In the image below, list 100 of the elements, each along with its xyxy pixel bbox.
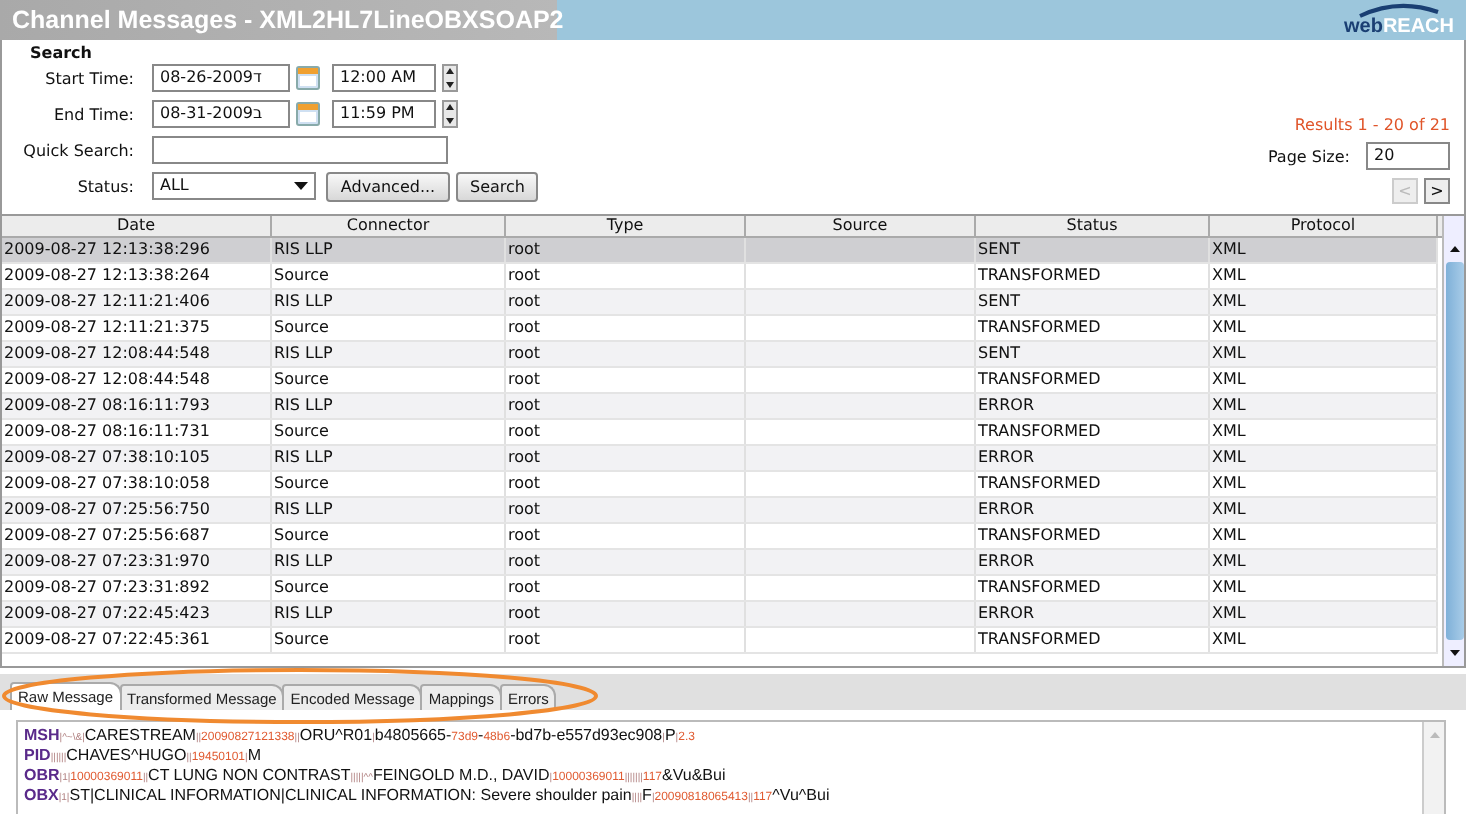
- date-field[interactable]: 08-31-2009ב: [152, 100, 290, 128]
- table-row[interactable]: 2009-08-27 07:22:45:423 RIS LLP root ERROR XML: [2, 602, 1438, 628]
- table-cell: TRANSFORMED: [978, 318, 1101, 336]
- table-cell: 2009-08-27 12:13:38:264: [4, 266, 210, 284]
- table-cell: root: [508, 448, 541, 466]
- table-row[interactable]: 2009-08-27 12:11:21:406 RIS LLP root SENT XML: [2, 290, 1438, 316]
- table-cell: RIS LLP: [274, 604, 333, 622]
- table-row[interactable]: 2009-08-27 07:25:56:750 RIS LLP root ERROR XML: [2, 498, 1438, 524]
- table-cell: XML: [1212, 604, 1246, 622]
- table-cell: 2009-08-27 12:08:44:548: [4, 370, 210, 388]
- table-cell: XML: [1212, 526, 1246, 544]
- table-cell: root: [508, 396, 541, 414]
- table-cell: XML: [1212, 474, 1246, 492]
- table-cell: RIS LLP: [274, 396, 333, 414]
- status-dropdown[interactable]: ALL: [152, 172, 316, 200]
- table-cell: 2009-08-27 08:16:11:731: [4, 422, 210, 440]
- scroll-thumb[interactable]: [1446, 262, 1464, 640]
- advanced-button[interactable]: Advanced...: [326, 171, 450, 201]
- table-cell: TRANSFORMED: [978, 578, 1101, 596]
- table-cell: Source: [274, 630, 329, 648]
- scrollbar[interactable]: [1442, 216, 1464, 666]
- table-cell: TRANSFORMED: [978, 526, 1101, 544]
- column-header[interactable]: Connector: [272, 216, 506, 236]
- table-cell: TRANSFORMED: [978, 630, 1101, 648]
- table-cell: XML: [1212, 500, 1246, 518]
- column-header[interactable]: Status: [976, 216, 1210, 236]
- table-row[interactable]: 2009-08-27 07:38:10:105 RIS LLP root ERROR XML: [2, 446, 1438, 472]
- table-cell: RIS LLP: [274, 240, 333, 258]
- table-cell: ERROR: [978, 448, 1035, 466]
- table-cell: root: [508, 630, 541, 648]
- swoosh-icon: [1358, 2, 1442, 18]
- table-cell: root: [508, 552, 541, 570]
- field-label: Page Size:: [1267, 147, 1350, 165]
- time-field[interactable]: 12:00 AM: [332, 64, 436, 92]
- table-cell: XML: [1212, 552, 1246, 570]
- table-cell: XML: [1212, 266, 1246, 284]
- table-cell: root: [508, 526, 541, 544]
- results-count: Results 1 - 20 of 21: [1294, 116, 1450, 134]
- table-cell: 2009-08-27 07:22:45:423: [4, 604, 210, 622]
- calendar-icon[interactable]: [296, 102, 320, 126]
- field-label: Status:: [75, 177, 134, 195]
- table-cell: XML: [1212, 448, 1246, 466]
- search-heading: Search: [30, 44, 94, 62]
- table-cell: root: [508, 266, 541, 284]
- table-cell: XML: [1212, 292, 1246, 310]
- table-cell: root: [508, 292, 541, 310]
- table-cell: XML: [1212, 422, 1246, 440]
- table-cell: RIS LLP: [274, 500, 333, 518]
- table-cell: TRANSFORMED: [978, 370, 1101, 388]
- spinner-icon[interactable]: [442, 64, 458, 92]
- table-cell: Source: [274, 422, 329, 440]
- search-button[interactable]: Search: [456, 171, 539, 201]
- table-cell: root: [508, 422, 541, 440]
- table-cell: RIS LLP: [274, 292, 333, 310]
- table-cell: Source: [274, 370, 329, 388]
- table-cell: ERROR: [978, 604, 1035, 622]
- column-header[interactable]: Type: [506, 216, 746, 236]
- table-row[interactable]: 2009-08-27 08:16:11:793 RIS LLP root ERROR XML: [2, 394, 1438, 420]
- table-cell: ERROR: [978, 500, 1035, 518]
- time-field[interactable]: 11:59 PM: [332, 100, 436, 128]
- table-cell: TRANSFORMED: [978, 474, 1101, 492]
- table-cell: root: [508, 344, 541, 362]
- table-cell: root: [508, 604, 541, 622]
- table-row[interactable]: 2009-08-27 07:22:45:361 Source root TRANSFORMED XML: [2, 628, 1438, 654]
- table-cell: root: [508, 578, 541, 596]
- table-cell: Source: [274, 526, 329, 544]
- table-cell: 2009-08-27 07:22:45:361: [4, 630, 210, 648]
- date-field[interactable]: 08-26-2009ד: [152, 64, 290, 92]
- table-row[interactable]: 2009-08-27 07:23:31:970 RIS LLP root ERROR XML: [2, 550, 1438, 576]
- calendar-icon[interactable]: [296, 66, 320, 90]
- table-cell: Source: [274, 318, 329, 336]
- table-cell: XML: [1212, 240, 1246, 258]
- table-cell: Source: [274, 578, 329, 596]
- table-cell: 2009-08-27 12:11:21:406: [4, 292, 210, 310]
- page-size-field[interactable]: 20: [1366, 142, 1450, 170]
- next-page-button[interactable]: >: [1424, 178, 1450, 204]
- field-label: Quick Search:: [21, 141, 134, 159]
- table-cell: Source: [274, 266, 329, 284]
- logo: webREACH: [1343, 15, 1454, 37]
- table-cell: RIS LLP: [274, 448, 333, 466]
- scrollbar[interactable]: [1422, 722, 1444, 814]
- table-cell: 2009-08-27 12:13:38:296: [4, 240, 210, 258]
- column-header[interactable]: Source: [746, 216, 976, 236]
- table-cell: root: [508, 318, 541, 336]
- table-cell: root: [508, 370, 541, 388]
- spinner-icon[interactable]: [442, 100, 458, 128]
- table-cell: RIS LLP: [274, 552, 333, 570]
- table-cell: ERROR: [978, 552, 1035, 570]
- table-cell: TRANSFORMED: [978, 266, 1101, 284]
- table-row[interactable]: 2009-08-27 12:13:38:296 RIS LLP root SENT XML: [2, 238, 1438, 264]
- table-cell: XML: [1212, 344, 1246, 362]
- quick-search-field[interactable]: [152, 136, 448, 164]
- column-header[interactable]: Protocol: [1210, 216, 1438, 236]
- table-cell: 2009-08-27 07:23:31:892: [4, 578, 210, 596]
- table-cell: SENT: [978, 240, 1021, 258]
- table-row[interactable]: 2009-08-27 12:08:44:548 RIS LLP root SENT XML: [2, 342, 1438, 368]
- table-cell: root: [508, 240, 541, 258]
- table-cell: 2009-08-27 07:23:31:970: [4, 552, 210, 570]
- column-header[interactable]: Date: [2, 216, 272, 236]
- table-cell: XML: [1212, 630, 1246, 648]
